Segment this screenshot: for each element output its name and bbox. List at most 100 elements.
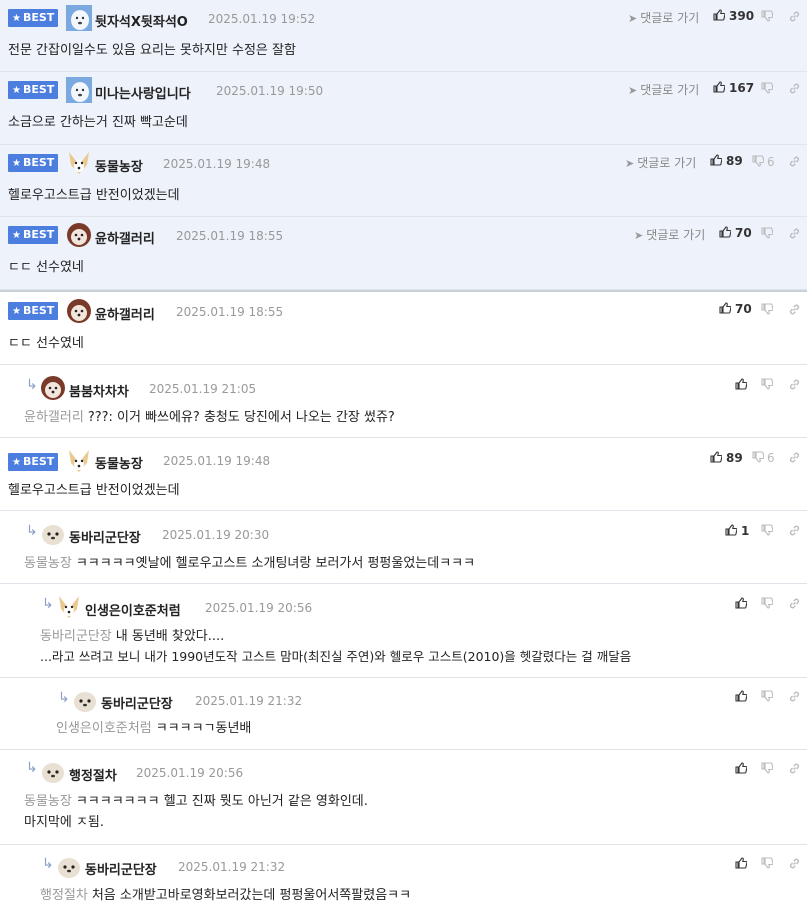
like-button[interactable] [735,857,751,871]
dog-avatar [69,152,89,174]
comment-author[interactable]: 윤하갤러리 [95,228,155,247]
dog-avatar [69,450,89,472]
seal-avatar [74,692,96,712]
link-icon[interactable] [788,155,801,168]
link-icon[interactable] [788,690,801,703]
comment-date: 2025.01.19 19:48 [163,157,271,171]
comment-text: ㄷㄷ 선수였네 [8,336,84,351]
comment-date: 2025.01.19 20:30 [162,528,270,542]
dislike-button[interactable] [761,378,776,392]
best-badge: ★ BEST [8,226,58,244]
thumbs-down-icon [761,10,774,22]
arrow-icon: ➤ [628,12,638,25]
reply-item: ↳ 동바리군단장 2025.01.19 21:32 행정절차 처음 소개받고바로영… [0,845,807,918]
thumbs-down-icon [761,690,774,702]
like-button[interactable] [735,597,751,611]
best-comment: ★ BEST 동물농장 2025.01.19 19:48 ➤ 댓글로 가기 89 6… [0,145,807,217]
best-comment: ★ BEST 윤하갤러리 2025.01.19 18:55 ➤ 댓글로 가기 70 … [0,217,807,290]
reply-arrow-icon: ↳ [42,856,54,872]
like-button[interactable]: 1 [725,524,749,538]
link-icon[interactable] [788,524,801,537]
dislike-button[interactable] [761,690,776,704]
dislike-button[interactable] [761,303,776,317]
dislike-button[interactable] [761,10,776,24]
comment-author[interactable]: 윤하갤러리 [95,304,155,323]
link-icon[interactable] [788,378,801,391]
parent-author-mention[interactable]: 인생은이호준처럼 [56,721,152,736]
parent-author-mention[interactable]: 동바리군단장 [40,629,112,644]
like-button[interactable] [735,762,751,776]
comment-author[interactable]: 붐붐차차차 [69,381,129,400]
thumbs-up-icon [719,302,731,314]
thumbs-up-icon [713,81,725,93]
comment-text: 인생은이호준처럼 ㅋㅋㅋㅋㄱ동년배 [56,721,252,736]
comment-author[interactable]: 미나는사랑입니다 [95,83,191,102]
goto-comment-link[interactable]: ➤ 댓글로 가기 [628,81,699,98]
link-icon[interactable] [788,82,801,95]
reply-arrow-icon: ↳ [26,760,38,776]
link-icon[interactable] [788,227,801,240]
parent-author-mention[interactable]: 동물농장 [24,794,72,809]
thumbs-down-icon [761,378,774,390]
reply-item: ↳ 행정절차 2025.01.19 20:56 동물농장 ㅋㅋㅋㅋㅋㅋㅋ 헬고 진… [0,750,807,845]
goto-comment-link[interactable]: ➤ 댓글로 가기 [628,9,699,26]
parent-author-mention[interactable]: 동물농장 [24,556,72,571]
dislike-button[interactable] [761,597,776,611]
comment-author[interactable]: 행정절차 [69,765,117,784]
comment-text: 행정절차 처음 소개받고바로영화보러갔는데 펑펑울어서쪽팔렸음ㅋㅋ [40,888,412,903]
like-button[interactable] [735,690,751,704]
comment-date: 2025.01.19 21:32 [195,694,303,708]
seal-avatar [42,763,64,783]
link-icon[interactable] [788,597,801,610]
like-button[interactable]: 70 [719,226,752,240]
dislike-button[interactable] [761,857,776,871]
puppy-avatar [67,223,91,247]
dislike-button[interactable] [761,762,776,776]
link-icon[interactable] [788,857,801,870]
goto-comment-link[interactable]: ➤ 댓글로 가기 [634,226,705,243]
best-badge: ★ BEST [8,302,58,320]
like-button[interactable] [735,378,751,392]
comment-date: 2025.01.19 19:48 [163,454,271,468]
best-badge: ★ BEST [8,453,58,471]
thumbs-down-icon [752,451,765,463]
comment-date: 2025.01.19 21:32 [178,860,286,874]
comment-author[interactable]: 동물농장 [95,156,143,175]
like-button[interactable]: 390 [713,9,754,23]
thumbs-down-icon [761,524,774,536]
parent-author-mention[interactable]: 행정절차 [40,888,88,903]
dislike-button[interactable] [761,524,776,538]
comment-text: 헬로우고스트급 반전이었겠는데 [8,188,180,203]
link-icon[interactable] [788,762,801,775]
comment-author[interactable]: 동물농장 [95,453,143,472]
like-button[interactable]: 89 [710,451,743,465]
link-icon[interactable] [788,451,801,464]
parent-author-mention[interactable]: 윤하갤러리 [24,410,84,425]
polar-bear-avatar [66,77,92,103]
comment-date: 2025.01.19 21:05 [149,382,257,396]
comment-author[interactable]: 동바리군단장 [69,527,141,546]
reply-arrow-icon: ↳ [42,596,54,612]
comment-author[interactable]: 동바리군단장 [101,693,173,712]
comment-date: 2025.01.19 20:56 [136,766,244,780]
like-button[interactable]: 70 [719,302,752,316]
star-icon: ★ [12,457,21,468]
dislike-button[interactable]: 6 [752,451,775,465]
dislike-button[interactable] [761,82,776,96]
goto-comment-link[interactable]: ➤ 댓글로 가기 [625,154,696,171]
thumbs-up-icon [735,762,747,774]
comment-date: 2025.01.19 20:56 [205,601,313,615]
thumbs-down-icon [761,762,774,774]
comment-author[interactable]: 인생은이호준처럼 [85,600,181,619]
thumbs-up-icon [719,226,731,238]
reply-arrow-icon: ↳ [58,690,70,706]
comment-author[interactable]: 동바리군단장 [85,859,157,878]
like-button[interactable]: 89 [710,154,743,168]
link-icon[interactable] [788,303,801,316]
dislike-button[interactable] [761,227,776,241]
like-button[interactable]: 167 [713,81,754,95]
reply-item: ↳ 동바리군단장 2025.01.19 20:30 1 동물농장 ㅋㅋㅋㅋㅋ옛날에… [0,511,807,584]
link-icon[interactable] [788,10,801,23]
dislike-button[interactable]: 6 [752,155,775,169]
comment-author[interactable]: 뒷자석X뒷좌석O [95,11,188,30]
